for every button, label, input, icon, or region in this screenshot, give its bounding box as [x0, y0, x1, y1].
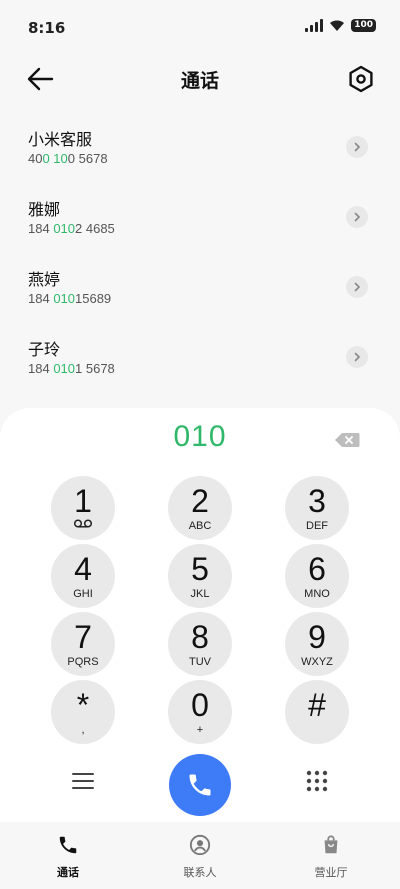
key-star[interactable]: * , [51, 680, 115, 744]
contact-number: 400 100 5678 [28, 151, 108, 166]
key-4[interactable]: 4 GHI [51, 544, 115, 608]
status-bar: 8:16 100 [0, 0, 400, 50]
shopping-bag-icon [324, 835, 338, 854]
contact-list: 小米客服 400 100 5678 雅娜 184 0102 4685 燕婷 18… [0, 112, 400, 392]
nav-tab-contacts[interactable]: 联系人 [150, 834, 250, 880]
key-0[interactable]: 0 + [168, 680, 232, 744]
key-5[interactable]: 5 JKL [168, 544, 232, 608]
wifi-icon [330, 20, 345, 31]
phone-icon [189, 774, 211, 796]
backspace-icon[interactable] [334, 432, 360, 448]
chevron-right-icon[interactable] [346, 276, 368, 298]
key-8[interactable]: 8 TUV [168, 612, 232, 676]
settings-hexagon-icon[interactable] [346, 64, 376, 94]
chevron-right-icon[interactable] [346, 136, 368, 158]
page-title: 通话 [180, 70, 219, 92]
header: 通话 [0, 50, 400, 110]
contact-item[interactable]: 子玲 184 0101 5678 [0, 322, 400, 392]
key-1[interactable]: 1 [51, 476, 115, 540]
dialpad-actions [0, 754, 400, 818]
key-9[interactable]: 9 WXYZ [285, 612, 349, 676]
menu-icon[interactable] [70, 770, 96, 792]
signal-icon [305, 19, 324, 32]
status-time: 8:16 [28, 19, 66, 37]
contact-name: 小米客服 [28, 130, 93, 149]
bottom-nav: 通话 联系人 营业厅 [0, 822, 400, 889]
key-7[interactable]: 7 PQRS [51, 612, 115, 676]
contact-name: 燕婷 [28, 270, 61, 289]
key-2[interactable]: 2 ABC [168, 476, 232, 540]
contact-name: 雅娜 [28, 200, 61, 219]
contact-item[interactable]: 燕婷 184 01015689 [0, 252, 400, 322]
key-hash[interactable]: # [285, 680, 349, 744]
nav-tab-business[interactable]: 营业厅 [281, 834, 381, 880]
contact-item[interactable]: 雅娜 184 0102 4685 [0, 182, 400, 252]
status-icons: 100 [305, 19, 376, 32]
nav-tab-calls[interactable]: 通话 [18, 834, 118, 880]
voicemail-icon [73, 519, 93, 528]
contact-number: 184 01015689 [28, 291, 112, 306]
nav-label: 营业厅 [314, 866, 348, 879]
contact-number: 184 0101 5678 [28, 361, 115, 376]
dialpad-grid-icon[interactable] [305, 769, 329, 793]
phone-icon [59, 836, 77, 854]
key-3[interactable]: 3 DEF [285, 476, 349, 540]
nav-label: 通话 [57, 866, 79, 879]
nav-label: 联系人 [183, 866, 217, 879]
battery-icon: 100 [351, 19, 376, 32]
chevron-right-icon[interactable] [346, 346, 368, 368]
contact-item[interactable]: 小米客服 400 100 5678 [0, 112, 400, 182]
call-button[interactable] [169, 754, 231, 816]
contact-person-icon [189, 834, 211, 856]
contact-number: 184 0102 4685 [28, 221, 115, 236]
key-6[interactable]: 6 MNO [285, 544, 349, 608]
contact-name: 子玲 [28, 340, 61, 359]
chevron-right-icon[interactable] [346, 206, 368, 228]
dialpad-panel: 010 1 2 ABC 3 DEF 4 GHI 5 JKL 6 MNO 7 PQ… [0, 408, 400, 822]
